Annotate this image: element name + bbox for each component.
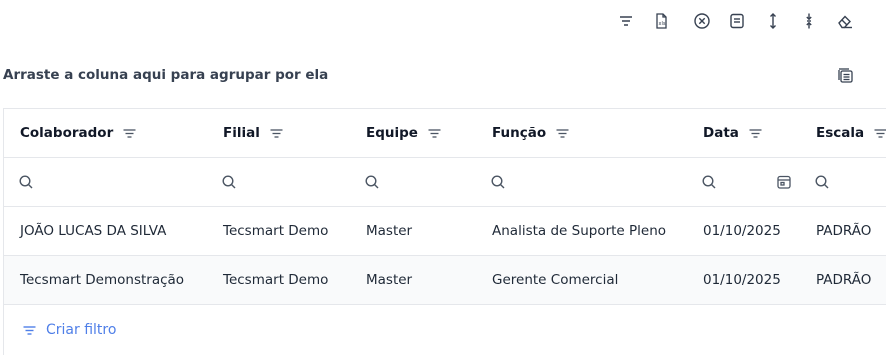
column-filter-icon[interactable] (748, 126, 763, 141)
column-filter-icon[interactable] (269, 126, 284, 141)
create-filter-button[interactable]: Criar filtro (22, 322, 116, 338)
cell-escala: PADRÃO (816, 223, 872, 239)
column-header-label: Escala (816, 125, 865, 141)
column-filter-icon[interactable] (122, 126, 137, 141)
cell-equipe: Master (366, 223, 413, 239)
eraser-icon[interactable] (833, 9, 857, 33)
filter-row (4, 158, 886, 207)
cell-funcao: Analista de Suporte Pleno (492, 223, 667, 239)
cell-escala: PADRÃO (816, 272, 872, 288)
calendar-icon[interactable] (776, 158, 792, 206)
table-row[interactable]: Tecsmart Demonstração Tecsmart Demo Mast… (4, 256, 886, 305)
cell-data: 01/10/2025 (703, 223, 781, 239)
column-chooser-icon[interactable] (835, 65, 857, 87)
search-icon[interactable] (490, 174, 506, 190)
summary-icon[interactable] (725, 9, 749, 33)
clear-icon[interactable] (690, 9, 714, 33)
table-row[interactable]: JOÃO LUCAS DA SILVA Tecsmart Demo Master… (4, 207, 886, 256)
column-header-data[interactable]: Data (703, 109, 763, 157)
cell-filial: Tecsmart Demo (223, 223, 329, 239)
column-header-equipe[interactable]: Equipe (366, 109, 442, 157)
filter-cell-filial[interactable] (221, 158, 237, 206)
export-excel-icon[interactable]: xls (649, 9, 673, 33)
filter-cell-funcao[interactable] (490, 158, 506, 206)
column-header-escala[interactable]: Escala (816, 109, 886, 157)
create-filter-label: Criar filtro (46, 322, 117, 338)
search-icon[interactable] (814, 174, 830, 190)
filter-cell-colaborador[interactable] (18, 158, 34, 206)
cell-colaborador: JOÃO LUCAS DA SILVA (20, 223, 167, 239)
column-header-filial[interactable]: Filial (223, 109, 284, 157)
filter-cell-data[interactable] (701, 158, 717, 206)
header-row: Colaborador Filial Equipe Função Data Es… (4, 109, 886, 158)
search-icon[interactable] (364, 174, 380, 190)
cell-data: 01/10/2025 (703, 272, 781, 288)
svg-text:xls: xls (659, 21, 666, 27)
column-filter-icon[interactable] (873, 126, 886, 141)
column-header-label: Filial (223, 125, 260, 141)
search-icon[interactable] (221, 174, 237, 190)
filter-icon (23, 325, 36, 335)
column-header-label: Equipe (366, 125, 418, 141)
column-header-funcao[interactable]: Função (492, 109, 570, 157)
cell-funcao: Gerente Comercial (492, 272, 619, 288)
filter-icon[interactable] (614, 9, 638, 33)
column-header-label: Colaborador (20, 125, 114, 141)
cell-colaborador: Tecsmart Demonstração (20, 272, 185, 288)
filter-cell-equipe[interactable] (364, 158, 380, 206)
column-header-label: Data (703, 125, 739, 141)
column-header-label: Função (492, 125, 547, 141)
column-filter-icon[interactable] (555, 126, 570, 141)
filter-cell-escala[interactable] (814, 158, 830, 206)
search-icon[interactable] (18, 174, 34, 190)
group-panel-label: Arraste a coluna aqui para agrupar por e… (3, 67, 329, 83)
data-grid: Colaborador Filial Equipe Função Data Es… (3, 108, 886, 355)
search-icon[interactable] (701, 174, 717, 190)
cell-equipe: Master (366, 272, 413, 288)
expand-rows-icon[interactable] (761, 9, 785, 33)
collapse-rows-icon[interactable] (797, 9, 821, 33)
column-header-colaborador[interactable]: Colaborador (20, 109, 137, 157)
column-filter-icon[interactable] (427, 126, 442, 141)
cell-filial: Tecsmart Demo (223, 272, 329, 288)
grid-toolbar: xls (0, 9, 886, 33)
